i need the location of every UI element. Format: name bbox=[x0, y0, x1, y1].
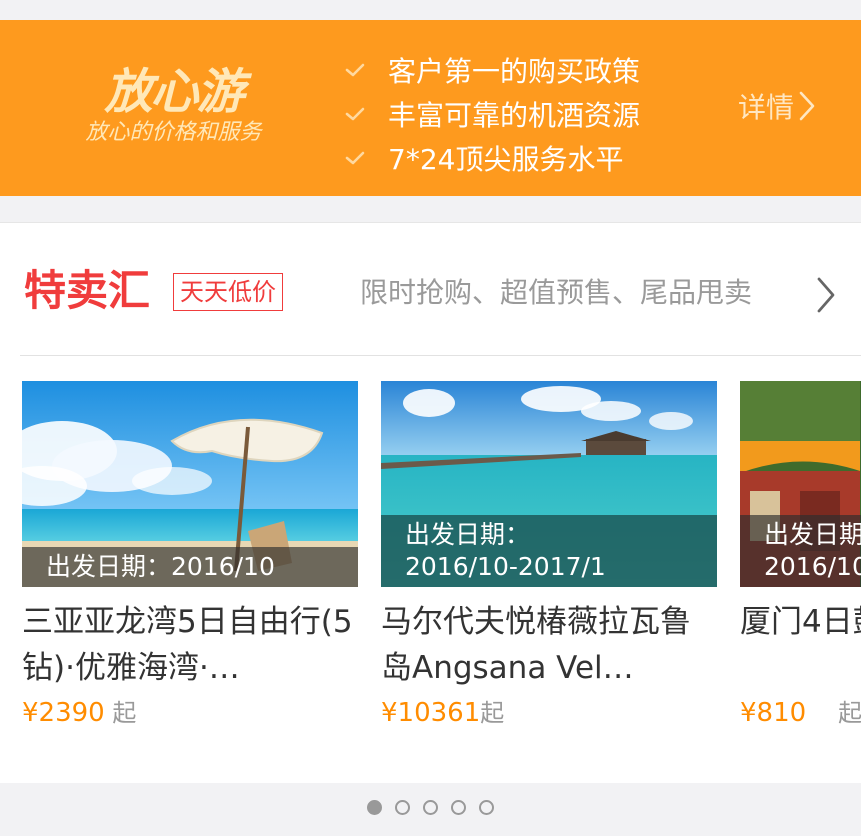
product-title: 厦门4日鼓浪屿 bbox=[740, 604, 861, 640]
departure-date-value: 2016/10 bbox=[764, 552, 861, 581]
product-image: 出发日期： 2016/10-2017/1 bbox=[381, 381, 717, 587]
flash-sale-tag: 天天低价 bbox=[173, 273, 283, 311]
details-label: 详情 bbox=[738, 91, 795, 124]
carousel-pager bbox=[0, 784, 861, 830]
product-title: 马尔代夫悦椿薇拉瓦鲁岛Angsana Vel… bbox=[381, 604, 691, 686]
product-card[interactable]: 出发日期： 2016/10-2017/1 马尔代夫悦椿薇拉瓦鲁岛Angsana … bbox=[381, 381, 717, 733]
policy-item: 丰富可靠的机酒资源 bbox=[340, 92, 640, 136]
product-image: 出发日期 2016/10 bbox=[740, 381, 861, 587]
price-value: ¥2390 bbox=[22, 698, 105, 728]
product-image: 出发日期：2016/10 bbox=[22, 381, 358, 587]
divider bbox=[20, 355, 861, 356]
chevron-right-icon bbox=[798, 90, 816, 122]
departure-date-label: 出发日期： 2016/10-2017/1 bbox=[381, 515, 717, 587]
chevron-right-icon[interactable] bbox=[815, 275, 837, 319]
details-link[interactable]: 详情 bbox=[738, 82, 816, 130]
price-label: ¥2390 起 bbox=[22, 693, 358, 733]
pager-dot[interactable] bbox=[423, 799, 438, 815]
departure-date-caption: 出发日期： bbox=[405, 520, 531, 549]
brand-block: 放心游 放心的价格和服务 bbox=[66, 62, 281, 146]
price-label: ¥10361起 bbox=[381, 693, 717, 733]
checkmark-icon bbox=[340, 55, 370, 85]
promo-banner: 放心游 放心的价格和服务 客户第一的购买政策 丰富可靠的机酒资源 7*24顶尖服… bbox=[0, 20, 861, 196]
brand-slogan: 放心的价格和服务 bbox=[85, 120, 262, 145]
flash-sale-title: 特卖汇 bbox=[24, 266, 151, 315]
policy-text: 7*24顶尖服务水平 bbox=[388, 143, 624, 176]
flash-sale-section: 特卖汇 天天低价 限时抢购、超值预售、尾品甩卖 出发日期：2016/10 三亚亚… bbox=[0, 222, 861, 783]
policy-item: 7*24顶尖服务水平 bbox=[340, 136, 640, 180]
checkmark-icon bbox=[340, 143, 370, 173]
price-suffix: 起 bbox=[480, 699, 505, 727]
departure-date-caption: 出发日期 bbox=[764, 520, 861, 549]
checkmark-icon bbox=[340, 99, 370, 129]
pager-dot[interactable] bbox=[395, 799, 410, 815]
price-suffix: 起 bbox=[838, 699, 861, 727]
pager-dot[interactable] bbox=[451, 799, 466, 815]
policy-text: 客户第一的购买政策 bbox=[388, 55, 641, 88]
policy-item: 客户第一的购买政策 bbox=[340, 48, 640, 92]
departure-date-label: 出发日期：2016/10 bbox=[22, 547, 358, 587]
departure-date-value: 2016/10-2017/1 bbox=[405, 552, 606, 581]
policy-list: 客户第一的购买政策 丰富可靠的机酒资源 7*24顶尖服务水平 bbox=[340, 48, 640, 180]
pager-dot[interactable] bbox=[479, 799, 494, 815]
product-title: 三亚亚龙湾5日自由行(5钻)·优雅海湾·… bbox=[22, 604, 353, 686]
price-suffix: 起 bbox=[104, 699, 137, 727]
flash-sale-header[interactable]: 特卖汇 天天低价 限时抢购、超值预售、尾品甩卖 bbox=[0, 223, 861, 355]
policy-text: 丰富可靠的机酒资源 bbox=[388, 99, 641, 132]
price-label: ¥810 起 bbox=[740, 693, 861, 733]
flash-sale-description: 限时抢购、超值预售、尾品甩卖 bbox=[360, 276, 753, 309]
product-card[interactable]: 出发日期 2016/10 厦门4日鼓浪屿 ¥810 起 bbox=[740, 381, 861, 733]
product-carousel[interactable]: 出发日期：2016/10 三亚亚龙湾5日自由行(5钻)·优雅海湾·… ¥2390… bbox=[0, 381, 861, 761]
price-value: ¥810 bbox=[740, 698, 807, 728]
pager-dot[interactable] bbox=[367, 799, 382, 815]
brand-logo: 放心游 bbox=[104, 64, 244, 120]
price-value: ¥10361 bbox=[381, 698, 481, 728]
product-card[interactable]: 出发日期：2016/10 三亚亚龙湾5日自由行(5钻)·优雅海湾·… ¥2390… bbox=[22, 381, 358, 733]
departure-date-label: 出发日期 2016/10 bbox=[740, 515, 861, 587]
